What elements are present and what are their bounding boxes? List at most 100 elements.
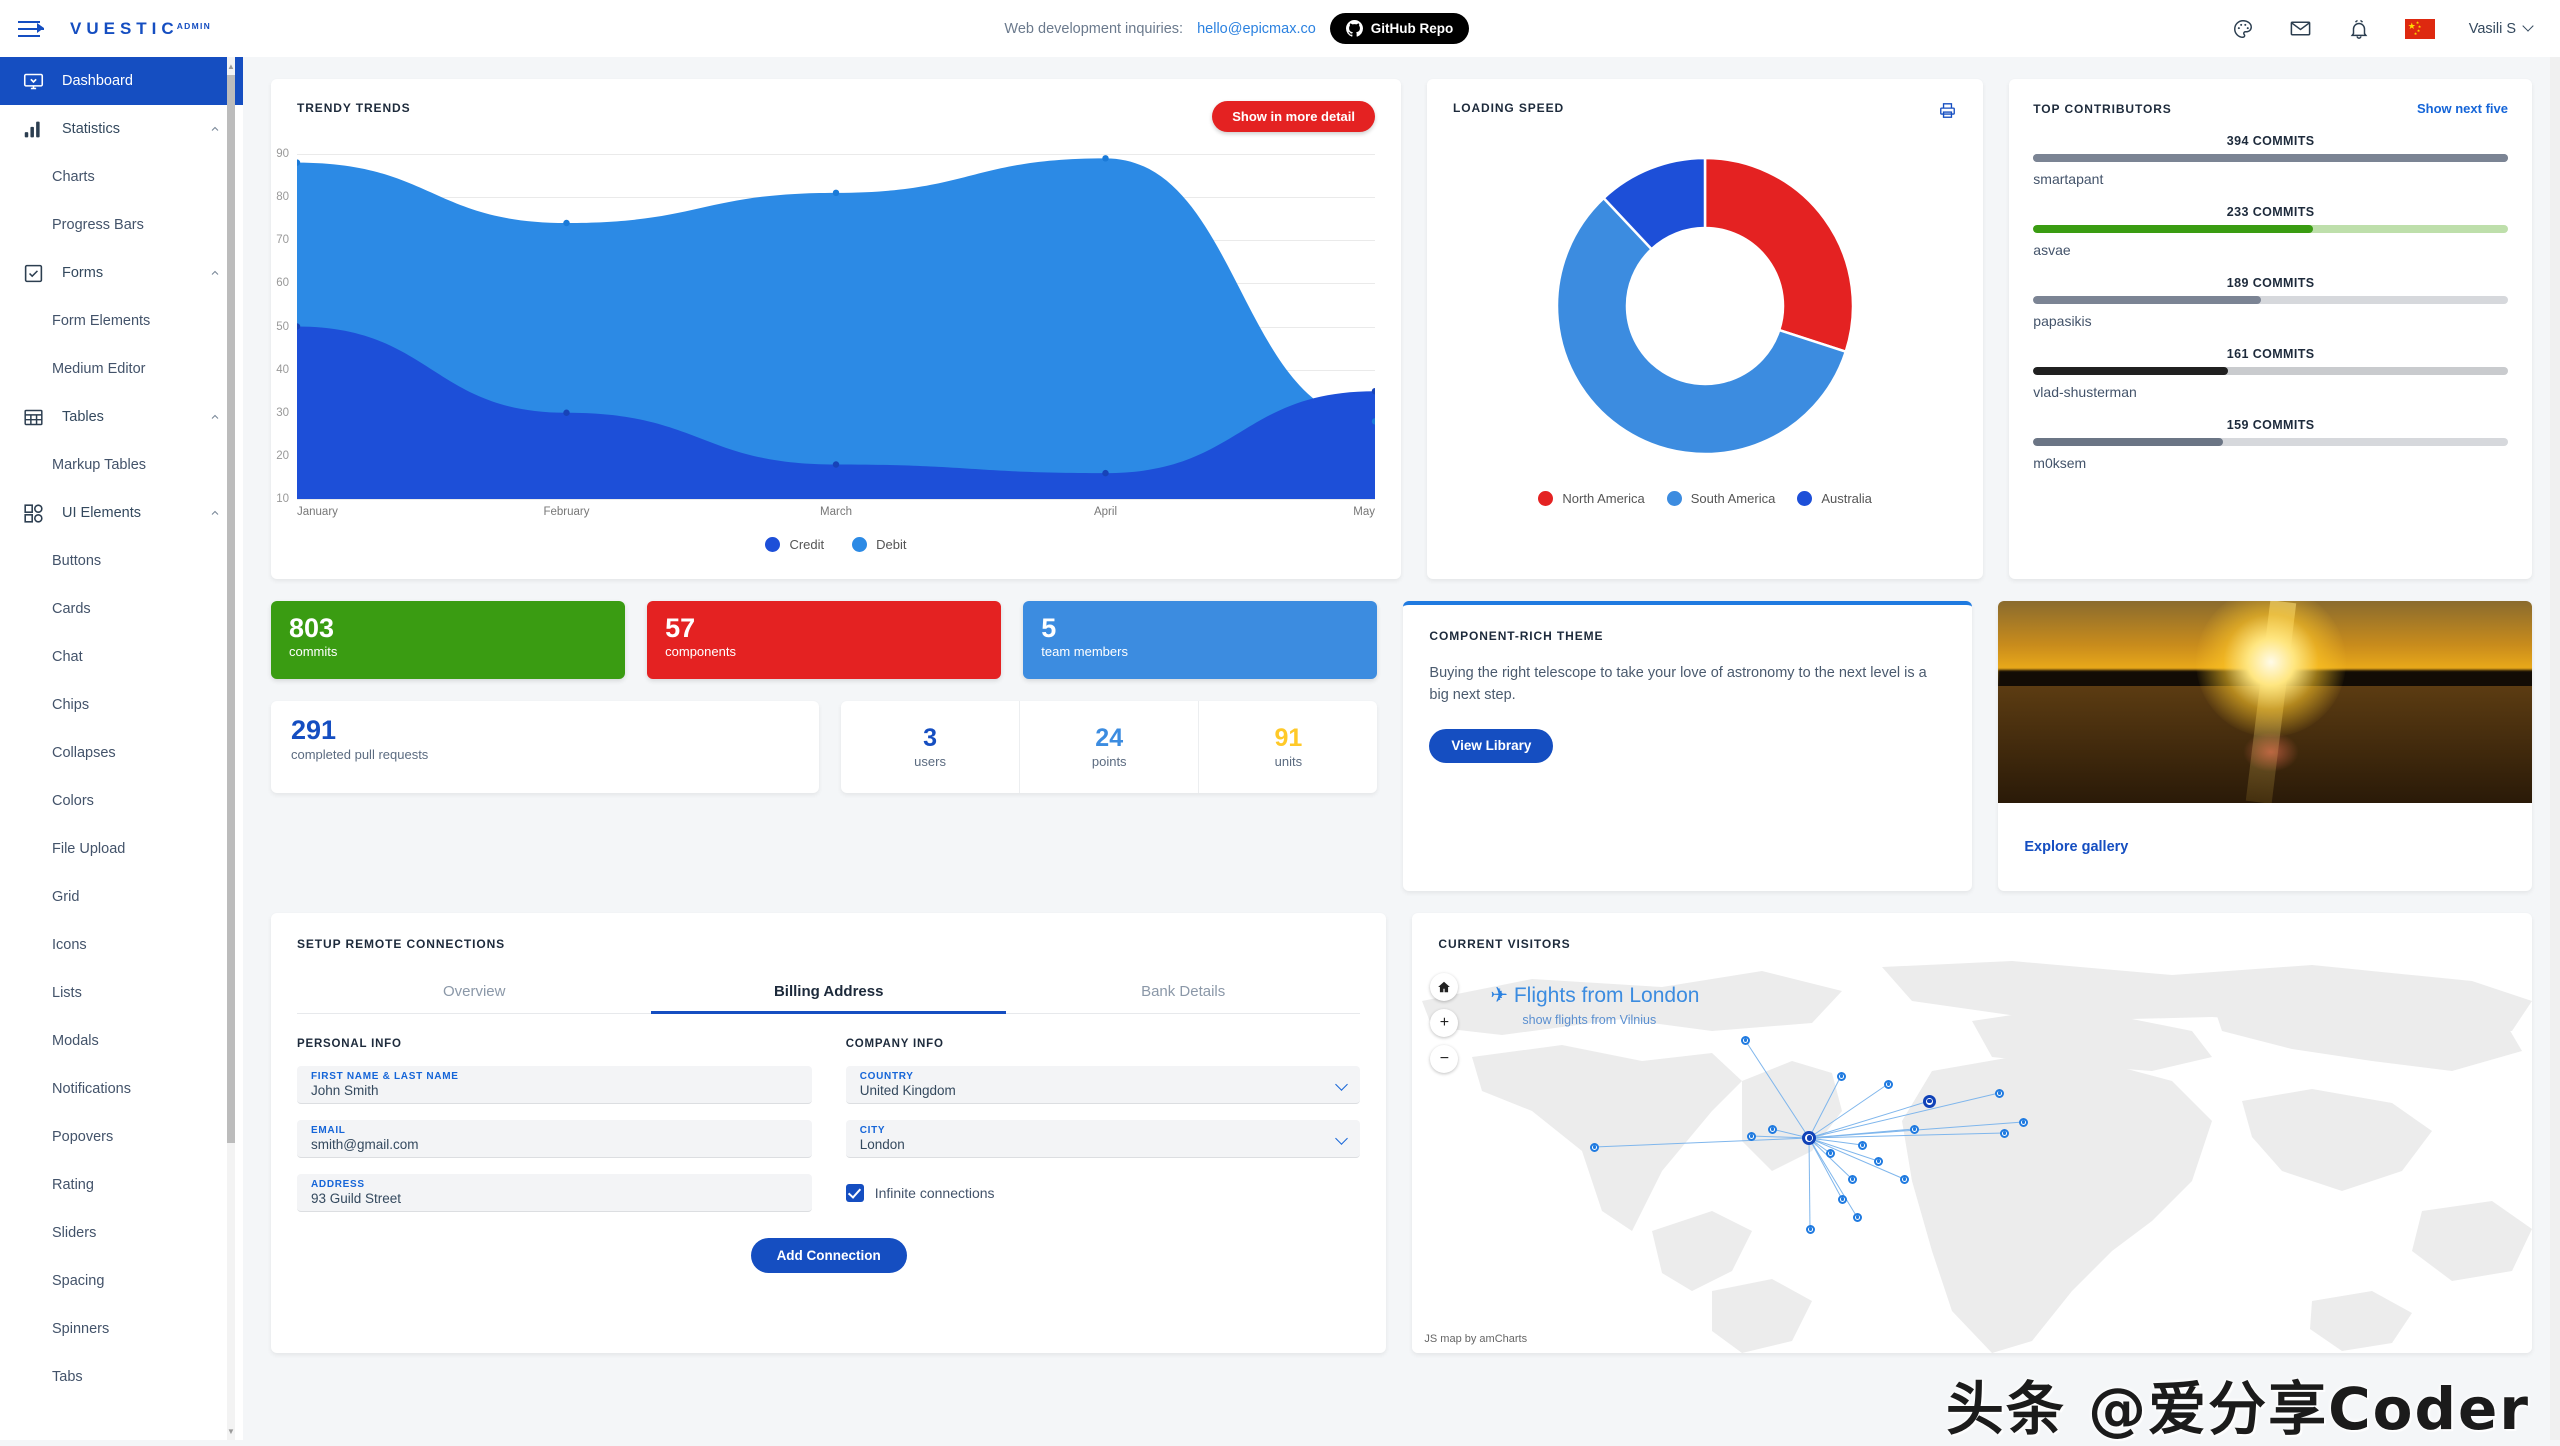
sidebar-item-sliders[interactable]: Sliders xyxy=(0,1209,243,1257)
sidebar-scroll-down-arrow[interactable]: ▼ xyxy=(227,1426,235,1436)
map-visitor-marker[interactable] xyxy=(1741,1036,1750,1045)
view-library-button[interactable]: View Library xyxy=(1429,729,1553,763)
sidebar-item-spinners[interactable]: Spinners xyxy=(0,1305,243,1353)
sidebar-item-rating[interactable]: Rating xyxy=(0,1161,243,1209)
city-select[interactable]: City London xyxy=(846,1120,1361,1158)
sidebar-item-chat[interactable]: Chat xyxy=(0,633,243,681)
add-connection-button[interactable]: Add Connection xyxy=(751,1238,907,1273)
sidebar-item-dashboard[interactable]: Dashboard xyxy=(0,57,243,105)
map-visitor-marker[interactable] xyxy=(1837,1072,1846,1081)
map-visitor-marker[interactable] xyxy=(1590,1143,1599,1152)
map-visitor-marker[interactable] xyxy=(1853,1213,1862,1222)
address-field[interactable]: Address 93 Guild Street xyxy=(297,1174,812,1212)
explore-gallery-link[interactable]: Explore gallery xyxy=(2024,839,2128,855)
sidebar-item-cards[interactable]: Cards xyxy=(0,585,243,633)
page-scrollbar[interactable] xyxy=(2550,57,2560,1440)
tab-bank-details[interactable]: Bank Details xyxy=(1006,973,1360,1013)
chevron-up-icon[interactable] xyxy=(209,411,221,423)
github-repo-button[interactable]: GitHub Repo xyxy=(1330,13,1470,44)
sidebar-item-spacing[interactable]: Spacing xyxy=(0,1257,243,1305)
sidebar-item-notifications[interactable]: Notifications xyxy=(0,1065,243,1113)
sidebar-item-chips[interactable]: Chips xyxy=(0,681,243,729)
map-visitor-marker[interactable] xyxy=(1848,1175,1857,1184)
sidebar-item-colors[interactable]: Colors xyxy=(0,777,243,825)
inquiries-email-link[interactable]: hello@epicmax.co xyxy=(1197,21,1316,37)
show-next-five-link[interactable]: Show next five xyxy=(2417,101,2508,116)
map-visitor-marker[interactable] xyxy=(1858,1141,1867,1150)
map-visitor-marker[interactable] xyxy=(1900,1175,1909,1184)
china-flag-icon[interactable]: ★★★★★ xyxy=(2405,19,2435,39)
sidebar-item-grid[interactable]: Grid xyxy=(0,873,243,921)
sidebar-item-form-elements[interactable]: Form Elements xyxy=(0,297,243,345)
country-select[interactable]: Country United Kingdom xyxy=(846,1066,1361,1104)
data-point[interactable] xyxy=(563,220,569,226)
chevron-up-icon[interactable] xyxy=(209,507,221,519)
sidebar-item-progress-bars[interactable]: Progress Bars xyxy=(0,201,243,249)
infinite-connections-checkbox[interactable]: Infinite connections xyxy=(846,1184,1361,1202)
tab-overview[interactable]: Overview xyxy=(297,973,651,1013)
legend-item-debit[interactable]: Debit xyxy=(852,537,906,552)
sidebar-item-popovers[interactable]: Popovers xyxy=(0,1113,243,1161)
map-visitor-marker[interactable] xyxy=(1995,1089,2004,1098)
map-hub-marker[interactable] xyxy=(1923,1095,1936,1108)
sidebar-item-buttons[interactable]: Buttons xyxy=(0,537,243,585)
map-visitor-marker[interactable] xyxy=(2019,1118,2028,1127)
legend-item-north-america[interactable]: North America xyxy=(1538,491,1644,506)
sidebar-item-tabs[interactable]: Tabs xyxy=(0,1353,243,1401)
sidebar-scrollbar-thumb[interactable] xyxy=(227,75,235,1143)
area-chart[interactable]: 102030405060708090JanuaryFebruaryMarchAp… xyxy=(297,154,1375,499)
menu-toggle-icon[interactable] xyxy=(18,19,44,39)
sidebar-item-tables[interactable]: Tables xyxy=(0,393,243,441)
stat-tile-commits[interactable]: 803commits xyxy=(271,601,625,679)
sidebar-item-statistics[interactable]: Statistics xyxy=(0,105,243,153)
show-in-more-detail-button[interactable]: Show in more detail xyxy=(1212,101,1375,132)
map-visitor-marker[interactable] xyxy=(1768,1125,1777,1134)
stat-tile-components[interactable]: 57components xyxy=(647,601,1001,679)
stat-tile-team-members[interactable]: 5team members xyxy=(1023,601,1377,679)
world-map[interactable]: + − ✈ Flights from London show flights f… xyxy=(1412,961,2532,1353)
mail-icon[interactable] xyxy=(2289,17,2313,41)
printer-icon[interactable] xyxy=(1938,101,1957,123)
data-point[interactable] xyxy=(563,410,569,416)
sidebar-item-forms[interactable]: Forms xyxy=(0,249,243,297)
sidebar-item-file-upload[interactable]: File Upload xyxy=(0,825,243,873)
map-visitor-marker[interactable] xyxy=(1838,1195,1847,1204)
sidebar-item-collapses[interactable]: Collapses xyxy=(0,729,243,777)
sidebar-scroll-up-arrow[interactable]: ▲ xyxy=(227,61,235,71)
map-visitor-marker[interactable] xyxy=(2000,1129,2009,1138)
data-point[interactable] xyxy=(833,190,839,196)
app-logo[interactable]: VUESTIC ADMIN xyxy=(70,19,211,39)
sidebar-item-modals[interactable]: Modals xyxy=(0,1017,243,1065)
map-visitor-marker[interactable] xyxy=(1910,1125,1919,1134)
map-visitor-marker[interactable] xyxy=(1874,1157,1883,1166)
sidebar-item-lists[interactable]: Lists xyxy=(0,969,243,1017)
sidebar-item-markup-tables[interactable]: Markup Tables xyxy=(0,441,243,489)
user-menu-button[interactable]: Vasili S xyxy=(2469,21,2532,37)
bell-icon[interactable] xyxy=(2347,17,2371,41)
map-visitor-marker[interactable] xyxy=(1747,1132,1756,1141)
sidebar-item-medium-editor[interactable]: Medium Editor xyxy=(0,345,243,393)
map-visitor-marker[interactable] xyxy=(1806,1225,1815,1234)
legend-item-australia[interactable]: Australia xyxy=(1797,491,1872,506)
donut-chart[interactable] xyxy=(1453,141,1957,471)
map-visitor-marker[interactable] xyxy=(1826,1149,1835,1158)
chevron-up-icon[interactable] xyxy=(209,267,221,279)
data-point[interactable] xyxy=(1102,155,1108,161)
legend-item-south-america[interactable]: South America xyxy=(1667,491,1776,506)
legend-item-credit[interactable]: Credit xyxy=(765,537,824,552)
data-point[interactable] xyxy=(833,461,839,467)
map-visitor-marker[interactable] xyxy=(1884,1080,1893,1089)
tab-billing-address[interactable]: Billing Address xyxy=(651,973,1005,1013)
metric-cell-points[interactable]: 24points xyxy=(1020,701,1199,793)
name-field[interactable]: First Name & Last Name John Smith xyxy=(297,1066,812,1104)
data-point[interactable] xyxy=(1102,470,1108,476)
email-field[interactable]: Email smith@gmail.com xyxy=(297,1120,812,1158)
metric-cell-users[interactable]: 3users xyxy=(841,701,1020,793)
sidebar-item-charts[interactable]: Charts xyxy=(0,153,243,201)
sidebar-item-ui-elements[interactable]: UI Elements xyxy=(0,489,243,537)
donut-slice-north-america[interactable] xyxy=(1705,158,1853,352)
palette-icon[interactable] xyxy=(2231,17,2255,41)
chevron-up-icon[interactable] xyxy=(209,123,221,135)
sidebar-item-icons[interactable]: Icons xyxy=(0,921,243,969)
metric-cell-units[interactable]: 91units xyxy=(1199,701,1377,793)
